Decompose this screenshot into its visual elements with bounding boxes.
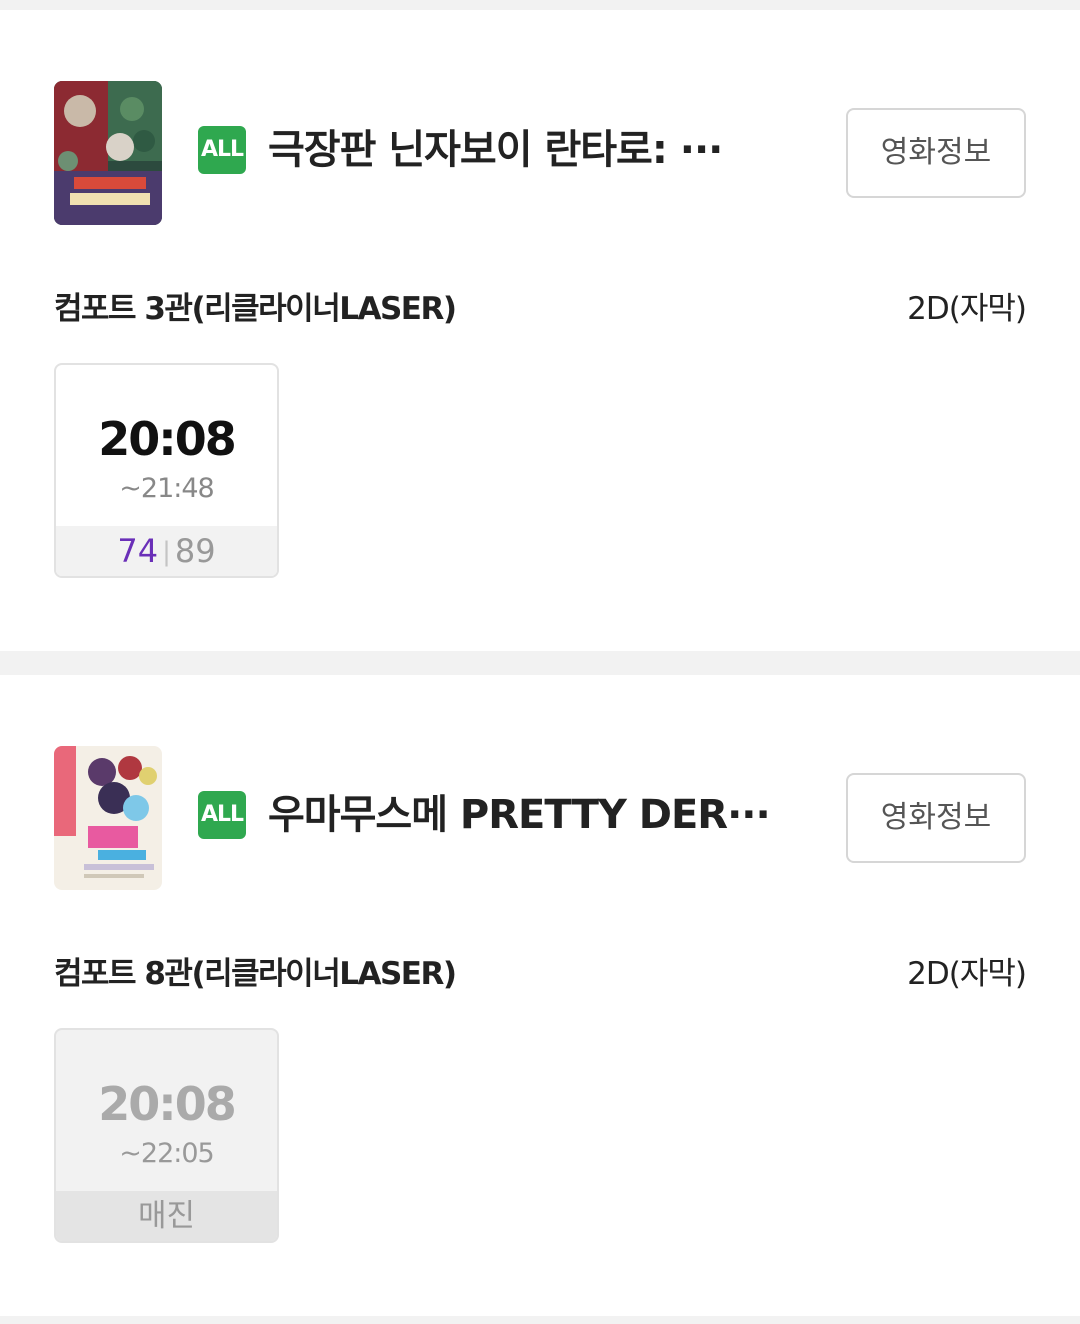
seats-available: 74 bbox=[117, 532, 159, 570]
movie-section: ALL 우마무스메 PRETTY DER··· 영화정보 컴포트 8관(리클라이… bbox=[0, 675, 1080, 1316]
poster-image bbox=[54, 746, 162, 890]
screen-name: 컴포트 8관(리클라이너LASER) bbox=[54, 956, 457, 992]
title-ellipsis: ··· bbox=[727, 792, 771, 838]
movie-section: ALL 극장판 닌자보이 란타로: ··· 영화정보 컴포트 3관(리클라이너L… bbox=[0, 10, 1080, 651]
seats-separator: | bbox=[162, 537, 171, 567]
showtime-list-screen: ALL 극장판 닌자보이 란타로: ··· 영화정보 컴포트 3관(리클라이너L… bbox=[0, 0, 1080, 1324]
age-rating-badge: ALL bbox=[198, 791, 246, 839]
poster-image bbox=[54, 81, 162, 225]
end-time: ~22:05 bbox=[119, 1138, 214, 1169]
showtime-times: 20:08 ~21:48 bbox=[56, 365, 277, 526]
title-ellipsis: ··· bbox=[679, 127, 724, 173]
soldout-label: 매진 bbox=[56, 1191, 277, 1241]
seat-availability: 74 | 89 bbox=[56, 526, 277, 576]
start-time: 20:08 bbox=[98, 412, 236, 466]
showtime-card-soldout: 20:08 ~22:05 매진 bbox=[54, 1028, 279, 1243]
movie-info-button[interactable]: 영화정보 bbox=[846, 108, 1026, 198]
screen-name: 컴포트 3관(리클라이너LASER) bbox=[54, 291, 457, 327]
seats-total: 89 bbox=[174, 532, 216, 570]
movie-info-button[interactable]: 영화정보 bbox=[846, 773, 1026, 863]
showtime-times: 20:08 ~22:05 bbox=[56, 1030, 277, 1191]
end-time: ~21:48 bbox=[119, 473, 214, 504]
start-time: 20:08 bbox=[98, 1077, 236, 1131]
age-rating-badge: ALL bbox=[198, 126, 246, 174]
movie-title-text: 극장판 닌자보이 란타로: bbox=[268, 127, 680, 173]
showtime-card[interactable]: 20:08 ~21:48 74 | 89 bbox=[54, 363, 279, 578]
screen-format: 2D(자막) bbox=[907, 956, 1027, 992]
movie-title-text: 우마무스메 PRETTY DER bbox=[268, 792, 728, 838]
movie-poster[interactable] bbox=[54, 81, 162, 225]
movie-title[interactable]: 우마무스메 PRETTY DER··· bbox=[268, 783, 813, 847]
movie-poster[interactable] bbox=[54, 746, 162, 890]
movie-title[interactable]: 극장판 닌자보이 란타로: ··· bbox=[268, 118, 813, 182]
screen-format: 2D(자막) bbox=[907, 291, 1027, 327]
